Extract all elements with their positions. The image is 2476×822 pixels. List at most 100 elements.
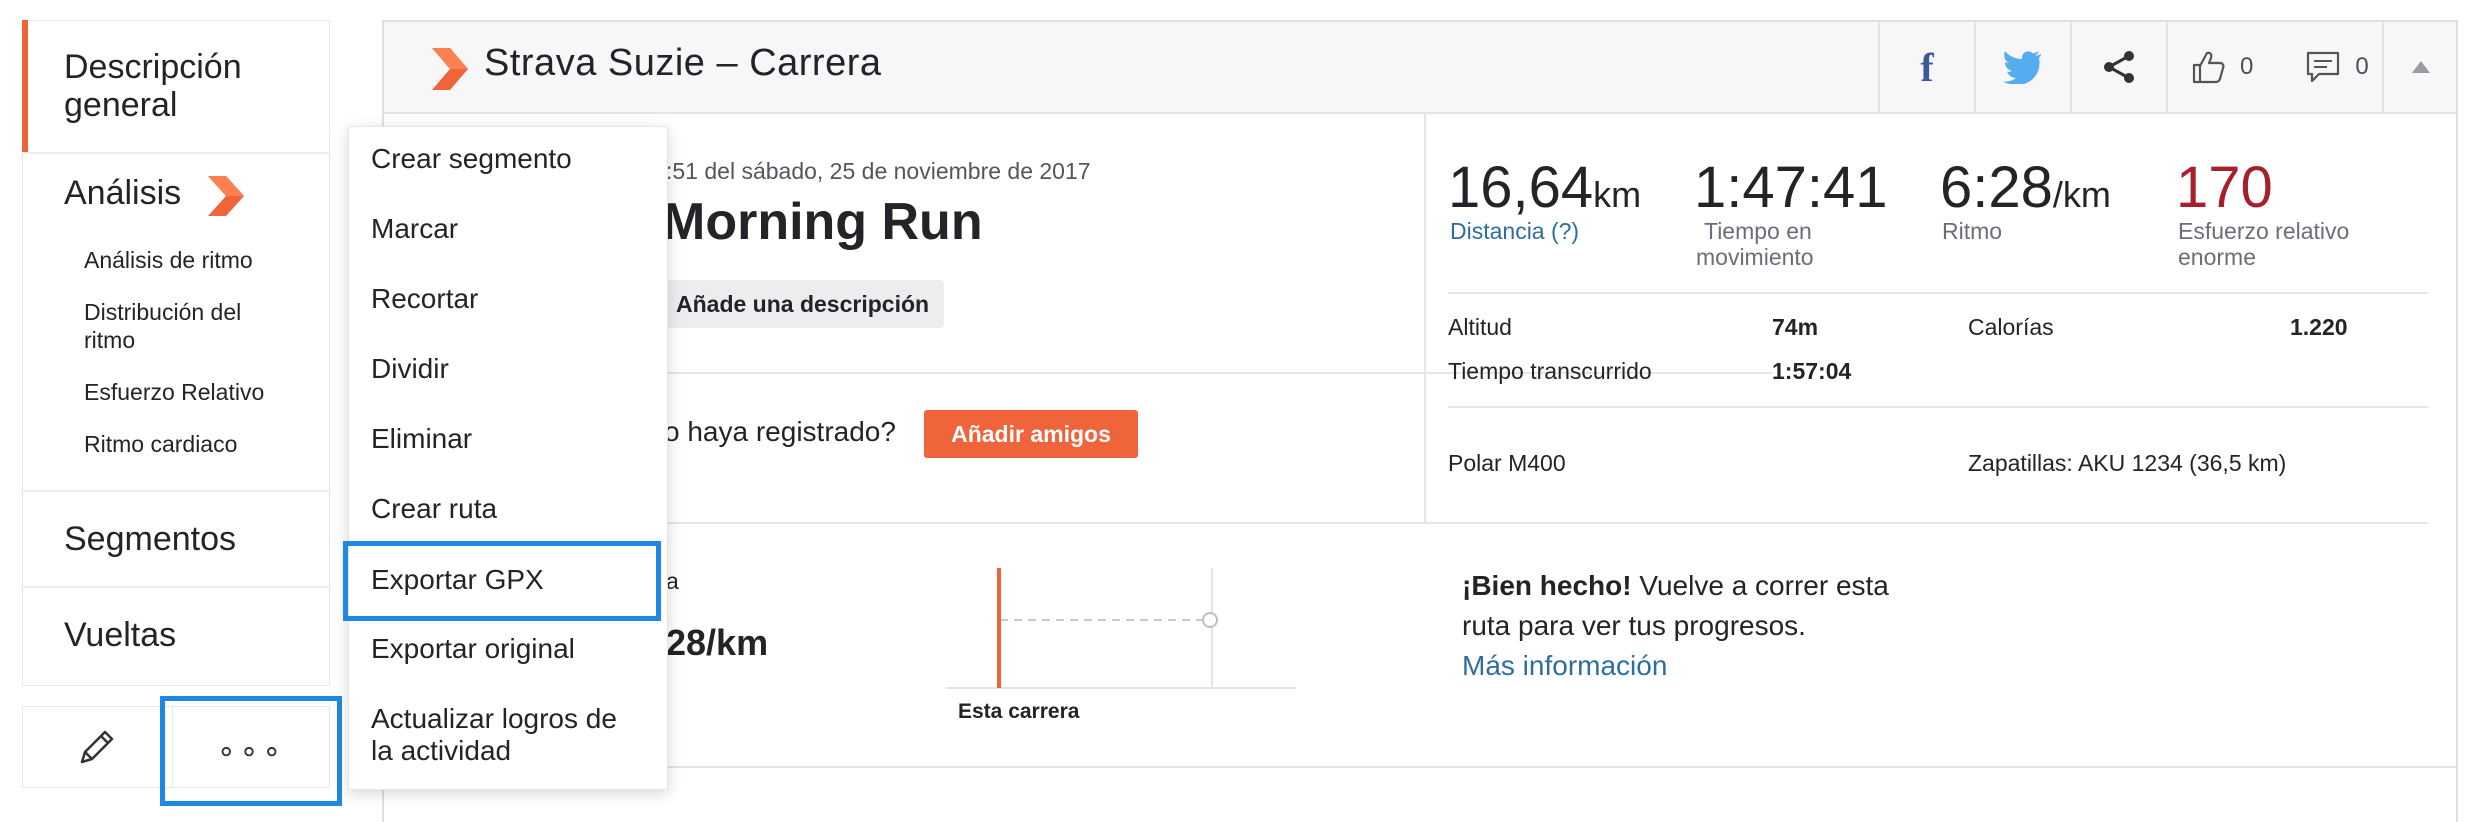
pace-distribution-label-1: Distribución del	[84, 299, 242, 325]
relative-effort-value[interactable]: 170	[2176, 156, 2273, 220]
collapse-icon	[2412, 61, 2430, 73]
strava-chevron-icon	[208, 176, 244, 216]
moving-time-label: Tiempo en movimiento	[1696, 218, 1814, 270]
distance-unit: km	[1593, 174, 1642, 215]
elapsed-time-label: Tiempo transcurrido	[1448, 358, 1652, 384]
chart-point	[1202, 612, 1218, 628]
sidebar: Descripción general Análisis Análisis de…	[22, 20, 342, 806]
more-actions-button[interactable]: ∘∘∘	[160, 696, 342, 806]
kudos-button[interactable]: 0	[2190, 49, 2253, 85]
export-gpx-label: Exportar GPX	[371, 564, 544, 595]
page-title: Strava Suzie – Carrera	[484, 42, 882, 84]
comparison-chart	[946, 568, 1296, 689]
menu-item-export-gpx[interactable]: Exportar GPX	[343, 541, 661, 621]
strava-chevron-icon	[432, 48, 468, 90]
menu-item-crop[interactable]: Recortar	[371, 283, 478, 315]
menu-item-export-original[interactable]: Exportar original	[371, 633, 575, 665]
analysis-label: Análisis	[64, 174, 182, 212]
relative-effort-label: Esfuerzo relativo enorme	[2178, 218, 2349, 270]
facebook-share-button[interactable]: f	[1878, 22, 1974, 112]
sidebar-item-relative-effort[interactable]: Esfuerzo Relativo	[84, 378, 264, 406]
more-dots-icon: ∘∘∘	[216, 734, 286, 768]
twitter-icon	[2003, 51, 2041, 84]
comment-icon	[2307, 51, 2340, 83]
calories-value: 1.220	[2290, 314, 2348, 340]
calories-label: Calorías	[1968, 314, 2054, 340]
more-actions-menu: Crear segmento Marcar Recortar Dividir E…	[343, 126, 668, 790]
sidebar-item-pace-analysis[interactable]: Análisis de ritmo	[84, 246, 253, 274]
distance-value: 16,64	[1448, 155, 1594, 220]
collapse-button[interactable]	[2382, 22, 2458, 112]
active-indicator	[22, 20, 28, 152]
sidebar-item-analysis[interactable]: Análisis	[64, 174, 181, 212]
relative-effort-label-1: Esfuerzo relativo	[2178, 218, 2350, 244]
shoes-label[interactable]: Zapatillas: AKU 1234 (36,5 km)	[1968, 450, 2286, 477]
facebook-icon: f	[1920, 44, 1934, 90]
divider	[22, 586, 330, 588]
menu-item-create-segment[interactable]: Crear segmento	[371, 143, 572, 175]
device-label: Polar M400	[1448, 450, 1566, 476]
comparison-pace: 28/km	[666, 622, 769, 663]
divider	[1448, 406, 2428, 408]
overview-label-1: Descripción	[64, 48, 242, 86]
divider	[22, 490, 330, 492]
segments-label: Segmentos	[64, 520, 236, 558]
menu-item-create-route[interactable]: Crear ruta	[371, 493, 497, 525]
pencil-icon	[80, 730, 114, 764]
chart-current-bar	[997, 568, 1001, 688]
sidebar-item-pace-distribution[interactable]: Distribución del ritmo	[84, 298, 241, 354]
share-button[interactable]	[2070, 22, 2166, 112]
sidebar-item-heart-rate[interactable]: Ritmo cardiaco	[84, 430, 237, 458]
pace-distribution-label-2: ritmo	[84, 327, 136, 353]
twitter-share-button[interactable]	[1974, 22, 2070, 112]
message-rest: Vuelve a correr esta	[1631, 570, 1889, 601]
activity-name: Morning Run	[662, 193, 983, 251]
moving-time-value: 1:47:41	[1694, 155, 1888, 220]
add-friends-label: Añadir amigos	[951, 420, 1111, 447]
menu-item-delete[interactable]: Eliminar	[371, 423, 472, 455]
moving-time-label-1: Tiempo en	[1704, 218, 1812, 244]
elevation-value: 74m	[1772, 314, 1819, 340]
menu-item-flag[interactable]: Marcar	[371, 213, 458, 245]
pace-value: 6:28	[1940, 155, 2053, 220]
divider	[1424, 114, 1426, 524]
card-header: Strava Suzie – Carrera f 0 0	[384, 22, 2456, 114]
add-friends-button[interactable]: Añadir amigos	[924, 410, 1138, 458]
edit-button[interactable]	[22, 706, 173, 788]
divider	[634, 522, 2428, 524]
relative-effort-label-2: enorme	[2178, 244, 2256, 270]
divider	[22, 152, 330, 154]
chart-label: Esta carrera	[958, 700, 1080, 723]
activity-card: Strava Suzie – Carrera f 0 0:51 del sáb…	[382, 20, 2458, 822]
menu-item-refresh-achievements[interactable]: Actualizar logros de la actividad	[371, 703, 617, 767]
activity-datetime: :51 del sábado, 25 de noviembre de 2017	[666, 158, 1091, 184]
sidebar-item-segments[interactable]: Segmentos	[64, 520, 236, 558]
laps-label: Vueltas	[64, 616, 177, 654]
more-info-link[interactable]: Más información	[1462, 646, 1889, 686]
friends-prompt: o haya registrado?	[664, 416, 896, 447]
pace-label: Ritmo	[1942, 218, 2003, 244]
kudos-count: 0	[2240, 53, 2254, 80]
message-line2: ruta para ver tus progresos.	[1462, 610, 1806, 641]
menu-item-split[interactable]: Dividir	[371, 353, 449, 385]
sidebar-item-laps[interactable]: Vueltas	[64, 616, 176, 654]
message-bold: ¡Bien hecho!	[1462, 570, 1632, 601]
distance-stat: 16,64km	[1448, 156, 1641, 227]
elevation-label: Altitud	[1448, 314, 1512, 340]
divider	[1448, 292, 2428, 294]
moving-time-label-2: movimiento	[1696, 244, 1814, 270]
add-description-button[interactable]: Añade una descripción	[634, 280, 944, 328]
refresh-label-1: Actualizar logros de	[371, 703, 617, 734]
refresh-label-2: la actividad	[371, 735, 512, 766]
distance-label[interactable]: Distancia (?)	[1450, 218, 1579, 244]
share-icon	[2104, 51, 2134, 83]
comments-button[interactable]: 0	[2305, 50, 2369, 84]
pace-stat: 6:28/km	[1940, 156, 2111, 227]
elapsed-time-value: 1:57:04	[1772, 358, 1852, 384]
card-bottom-divider	[384, 766, 2456, 768]
thumbs-up-icon	[2192, 51, 2225, 84]
social-counts: 0 0	[2166, 22, 2380, 112]
pace-unit: /km	[2052, 174, 2111, 215]
add-description-label: Añade una descripción	[676, 291, 930, 317]
sidebar-item-overview[interactable]: Descripción general	[64, 48, 242, 124]
